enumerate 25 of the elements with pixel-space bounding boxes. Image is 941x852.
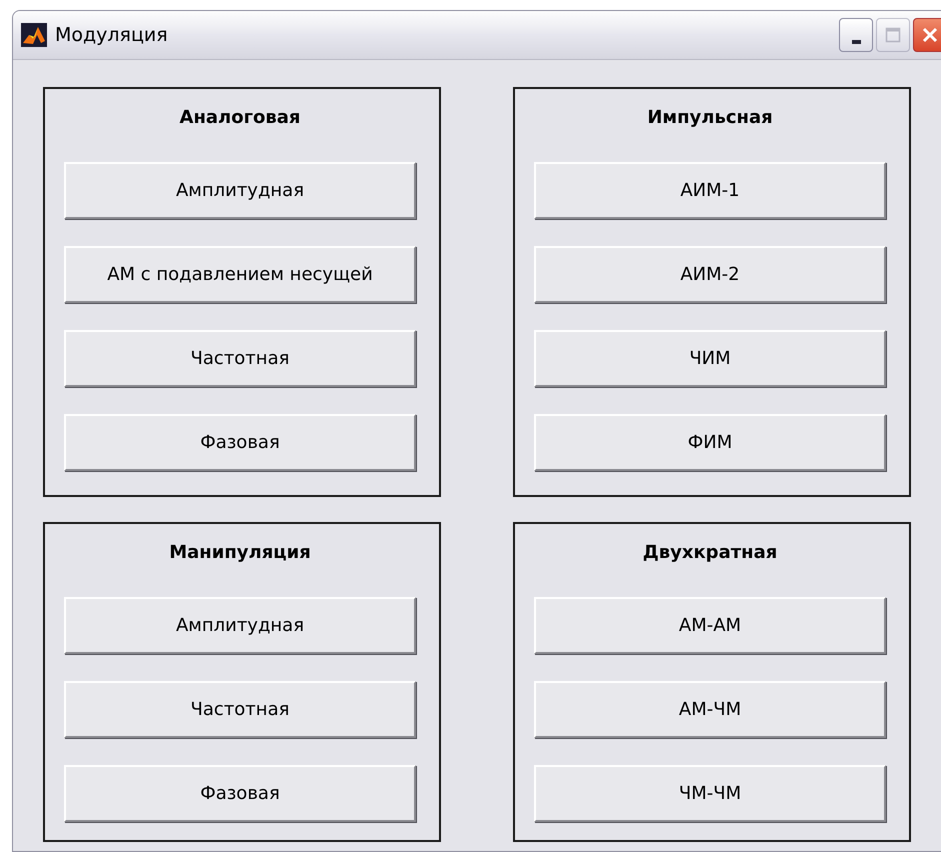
panel-title: Манипуляция	[169, 542, 311, 563]
modulation-button[interactable]: Фазовая	[64, 765, 416, 822]
modulation-button[interactable]: Частотная	[64, 681, 416, 738]
window-title: Модуляция	[55, 24, 169, 46]
minimize-icon	[852, 40, 860, 44]
panel-title: Двухкратная	[642, 542, 778, 563]
modulation-button[interactable]: АИМ-2	[534, 246, 886, 303]
modulation-button[interactable]: Амплитудная	[64, 162, 416, 219]
app-logo-icon	[21, 23, 47, 47]
panel-title: Аналоговая	[180, 107, 300, 128]
close-button[interactable]	[913, 18, 941, 52]
modulation-button[interactable]: АМ-ЧМ	[534, 681, 886, 738]
modulation-button[interactable]: Амплитудная	[64, 597, 416, 654]
modulation-button[interactable]: ФИМ	[534, 414, 886, 471]
minimize-button[interactable]	[839, 18, 873, 52]
modulation-button[interactable]: ЧИМ	[534, 330, 886, 387]
close-icon	[921, 26, 939, 44]
modulation-button[interactable]: Частотная	[64, 330, 416, 387]
modulation-button[interactable]: АИМ-1	[534, 162, 886, 219]
panel-title: Импульсная	[647, 107, 773, 128]
modulation-button[interactable]: Фазовая	[64, 414, 416, 471]
modulation-button[interactable]: АМ с подавлением несущей	[64, 246, 416, 303]
modulation-button[interactable]: ЧМ-ЧМ	[534, 765, 886, 822]
modulation-button[interactable]: АМ-АМ	[534, 597, 886, 654]
maximize-icon	[885, 27, 901, 43]
